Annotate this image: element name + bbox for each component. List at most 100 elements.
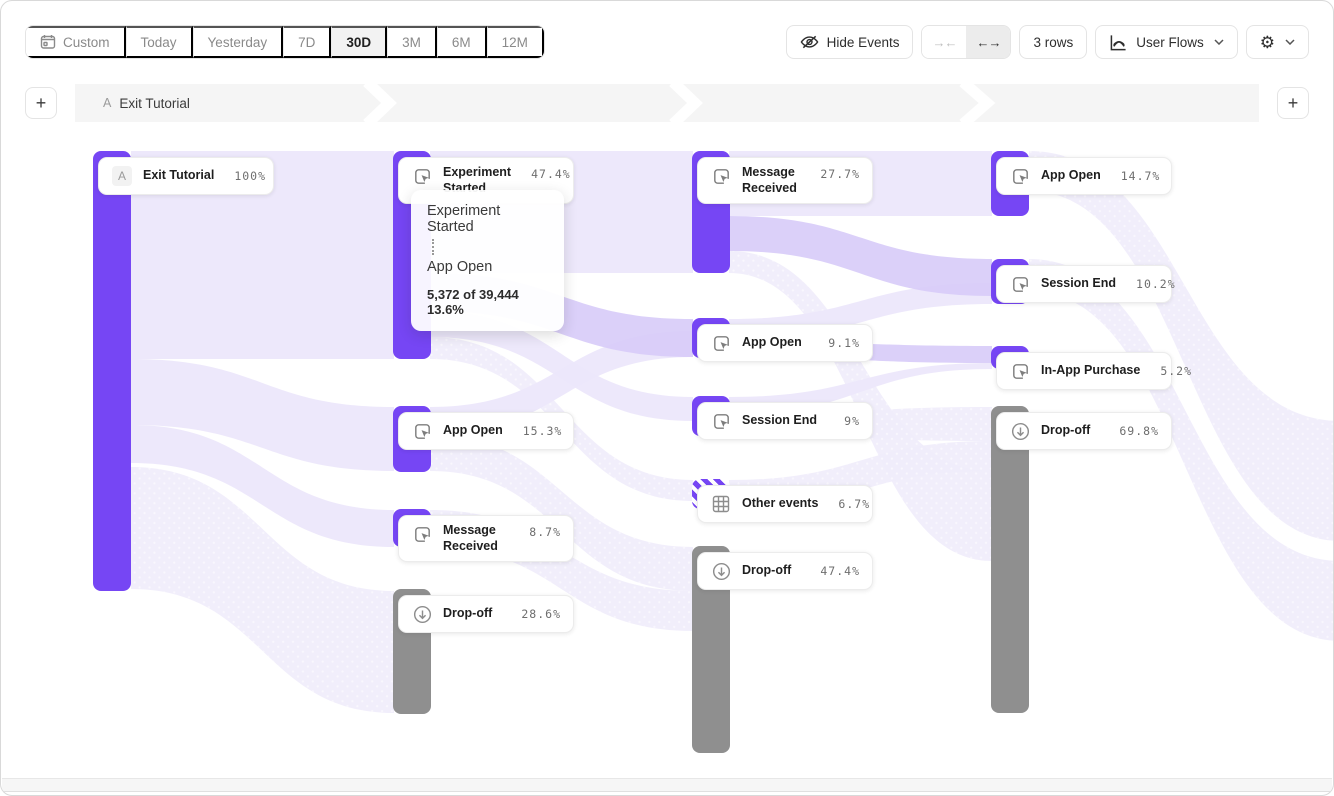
node-label: App Open bbox=[742, 335, 802, 351]
date-range-label: Custom bbox=[63, 35, 110, 50]
node-percent: 5.2% bbox=[1160, 364, 1192, 378]
event-icon bbox=[1009, 165, 1031, 187]
node-other-events-col3[interactable]: Other events6.7% bbox=[697, 485, 873, 523]
bar-exit-tutorial-col1[interactable] bbox=[93, 151, 131, 591]
node-exit-tutorial-col1[interactable]: AExit Tutorial100% bbox=[98, 157, 274, 195]
chevron-down-icon bbox=[1214, 39, 1224, 45]
node-badge: A bbox=[112, 166, 132, 186]
event-icon bbox=[1009, 360, 1031, 382]
date-range-today[interactable]: Today bbox=[126, 26, 193, 58]
rows-label: 3 rows bbox=[1033, 35, 1073, 50]
node-percent: 69.8% bbox=[1119, 424, 1159, 438]
node-percent: 9% bbox=[844, 414, 860, 428]
column-width-toggle: →← ←→ bbox=[921, 25, 1011, 59]
date-range-6m[interactable]: 6M bbox=[437, 26, 487, 58]
node-app-open-col4[interactable]: App Open 14.7% bbox=[996, 157, 1172, 195]
node-percent: 8.7% bbox=[529, 525, 561, 539]
plus-icon: + bbox=[1288, 93, 1299, 114]
collapse-columns-button[interactable]: →← bbox=[922, 26, 966, 58]
date-range-label: 6M bbox=[452, 35, 471, 50]
event-icon bbox=[411, 165, 433, 187]
tooltip-from-event: Experiment Started bbox=[427, 203, 548, 235]
date-range-label: 30D bbox=[346, 35, 371, 50]
node-percent: 9.1% bbox=[828, 336, 860, 350]
date-range-label: Today bbox=[141, 35, 177, 50]
date-range-label: Yesterday bbox=[208, 35, 268, 50]
node-app-open-col3[interactable]: App Open 9.1% bbox=[697, 324, 873, 362]
node-drop-off-col3[interactable]: Drop-off 47.4% bbox=[697, 552, 873, 590]
plus-icon: + bbox=[36, 93, 47, 114]
date-range-group: Custom Today Yesterday 7D 30D 3M 6M 12M bbox=[25, 25, 545, 59]
add-step-right-button[interactable]: + bbox=[1277, 87, 1309, 119]
node-label: Drop-off bbox=[1041, 423, 1090, 439]
date-range-label: 12M bbox=[502, 35, 528, 50]
node-percent: 47.4% bbox=[531, 167, 571, 181]
calendar-icon bbox=[40, 34, 56, 50]
node-label: App Open bbox=[443, 423, 503, 439]
date-range-7d[interactable]: 7D bbox=[283, 26, 331, 58]
node-message-received-col2[interactable]: Message Received 8.7% bbox=[398, 515, 574, 562]
view-selector-label: User Flows bbox=[1136, 35, 1204, 50]
node-session-end-col4[interactable]: Session End10.2% bbox=[996, 265, 1172, 303]
node-label: Drop-off bbox=[443, 606, 492, 622]
node-label: Other events bbox=[742, 496, 818, 512]
expand-columns-button[interactable]: ←→ bbox=[966, 26, 1010, 58]
node-session-end-col3[interactable]: Session End 9% bbox=[697, 402, 873, 440]
settings-dropdown[interactable]: ⚙ bbox=[1246, 25, 1309, 59]
dropoff-icon bbox=[411, 603, 433, 625]
node-label: Message Received bbox=[443, 523, 509, 554]
step-band[interactable]: A Exit Tutorial bbox=[75, 84, 1259, 122]
toolbar: Custom Today Yesterday 7D 30D 3M 6M 12M Hide Ev… bbox=[25, 25, 1309, 59]
node-message-received-col3[interactable]: Message Received 27.7% bbox=[697, 157, 873, 204]
node-app-open-col2[interactable]: App Open 15.3% bbox=[398, 412, 574, 450]
bar-drop-off-col4[interactable] bbox=[991, 406, 1029, 713]
step-header-row: + A Exit Tutorial + bbox=[25, 84, 1309, 122]
node-percent: 15.3% bbox=[523, 424, 563, 438]
view-selector-dropdown[interactable]: User Flows bbox=[1095, 25, 1238, 59]
hide-events-button[interactable]: Hide Events bbox=[786, 25, 914, 59]
rows-button[interactable]: 3 rows bbox=[1019, 25, 1087, 59]
eye-off-icon bbox=[800, 34, 819, 50]
flow-ribbon bbox=[729, 216, 992, 296]
node-percent: 47.4% bbox=[820, 564, 860, 578]
node-label: Message Received bbox=[742, 165, 800, 196]
expand-arrows-icon: ←→ bbox=[976, 35, 1000, 50]
toolbar-right: Hide Events →← ←→ 3 rows User Flows bbox=[786, 25, 1309, 59]
node-label: Session End bbox=[1041, 276, 1116, 292]
event-icon bbox=[710, 165, 732, 187]
user-flows-icon bbox=[1109, 34, 1128, 51]
date-range-label: 3M bbox=[402, 35, 421, 50]
gear-icon: ⚙ bbox=[1260, 34, 1275, 51]
start-badge: A bbox=[111, 165, 133, 187]
flow-ribbon bbox=[1029, 151, 1334, 541]
node-label: App Open bbox=[1041, 168, 1101, 184]
grid-icon bbox=[710, 493, 732, 515]
node-drop-off-col4[interactable]: Drop-off 69.8% bbox=[996, 412, 1172, 450]
tooltip-stats: 5,372 of 39,444 13.6% bbox=[427, 287, 548, 317]
date-range-yesterday[interactable]: Yesterday bbox=[193, 26, 284, 58]
node-label: In-App Purchase bbox=[1041, 363, 1140, 379]
node-label: Session End bbox=[742, 413, 817, 429]
node-percent: 27.7% bbox=[820, 167, 860, 181]
add-step-left-button[interactable]: + bbox=[25, 87, 57, 119]
flow-tooltip: Experiment Started App Open 5,372 of 39,… bbox=[411, 190, 564, 331]
node-drop-off-col2[interactable]: Drop-off 28.6% bbox=[398, 595, 574, 633]
node-percent: 14.7% bbox=[1121, 169, 1161, 183]
node-percent: 10.2% bbox=[1136, 277, 1176, 291]
date-range-3m[interactable]: 3M bbox=[387, 26, 437, 58]
event-icon bbox=[710, 332, 732, 354]
tooltip-to-event: App Open bbox=[427, 259, 548, 275]
event-icon bbox=[1009, 273, 1031, 295]
date-range-custom[interactable]: Custom bbox=[26, 26, 126, 58]
collapse-arrows-icon: →← bbox=[932, 35, 956, 50]
node-percent: 28.6% bbox=[521, 607, 561, 621]
chevron-down-icon bbox=[1285, 39, 1295, 45]
node-label: Exit Tutorial bbox=[143, 168, 214, 184]
hide-events-label: Hide Events bbox=[827, 35, 900, 50]
node-label: Drop-off bbox=[742, 563, 791, 579]
node-in-app-purchase-col4[interactable]: In-App Purchase5.2% bbox=[996, 352, 1172, 390]
date-range-12m[interactable]: 12M bbox=[487, 26, 544, 58]
date-range-30d[interactable]: 30D bbox=[331, 26, 387, 58]
horizontal-scrollbar[interactable] bbox=[2, 778, 1332, 792]
date-range-label: 7D bbox=[298, 35, 315, 50]
